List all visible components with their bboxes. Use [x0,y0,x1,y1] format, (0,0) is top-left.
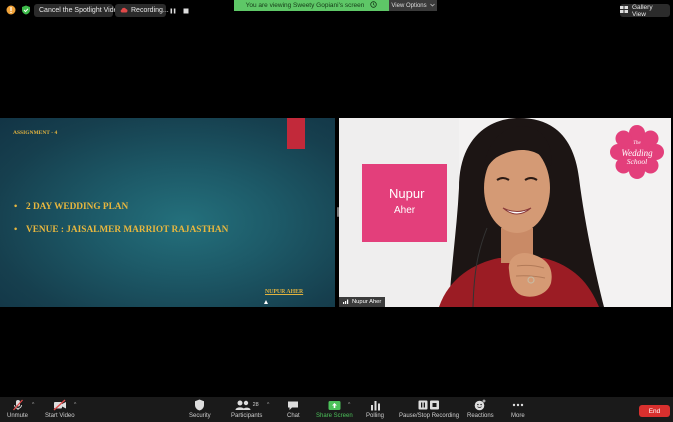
slide-author: NUPUR AHER [265,289,304,295]
chat-bubble-icon [287,399,299,411]
shield-icon [194,399,205,411]
shared-screen-slide: ASSIGNMENT - 4 • 2 DAY WEDDING PLAN • VENU… [0,118,335,307]
pause-recording-button[interactable] [168,5,178,16]
end-meeting-button[interactable]: End [639,405,670,417]
reactions-label: Reactions [467,413,494,419]
security-label: Security [189,413,211,419]
unmute-button[interactable]: Unmute [7,399,28,419]
participant-name-tag: Nupur Aher [339,297,386,307]
start-video-label: Start Video [45,413,75,419]
slide-accent-bar [287,118,305,149]
pause-stop-recording-button[interactable]: Pause/Stop Recording [399,399,459,419]
view-options-label: View Options [391,2,427,9]
chevron-down-icon [429,3,435,9]
top-bar: Cancel the Spotlight Video Recording... … [0,0,673,22]
participant-video-tile[interactable]: Nupur Aher The Wedding School [339,118,671,307]
bullet-1-text: 2 DAY WEDDING PLAN [26,202,129,212]
gallery-view-button[interactable]: Gallery View [620,3,670,18]
recording-indicator: Recording... [115,4,169,17]
pause-stop-icon [418,399,440,411]
logo-line-3: School [626,157,648,166]
gallery-grid-icon [620,6,628,15]
participant-person [439,118,604,307]
more-dots-icon [512,399,524,411]
slide-bullet-1: • 2 DAY WEDDING PLAN [14,202,128,212]
view-options-button[interactable]: View Options [389,0,437,11]
bullet-dot: • [14,202,18,212]
meeting-info-icon[interactable] [5,4,17,16]
bullet-2-text: VENUE : JAISALMER MARRIOT RAJASTHAN [26,225,229,235]
cancel-spotlight-button[interactable]: Cancel the Spotlight Video [34,4,121,17]
participants-button[interactable]: 28 Participants [231,399,262,419]
stop-recording-button[interactable] [181,5,191,16]
signal-bars-icon [343,299,349,306]
participants-caret-icon[interactable]: ^ [267,402,269,408]
bar-chart-icon [370,399,381,411]
mouse-cursor-icon [264,300,268,304]
participants-icon: 28 [235,399,259,411]
reactions-button[interactable]: Reactions [467,399,494,419]
encryption-shield-icon[interactable] [20,4,32,16]
bullet-dot: • [14,225,18,235]
viewing-banner-text: You are viewing Sweety Gopiani's screen [245,2,365,9]
viewing-screen-banner: You are viewing Sweety Gopiani's screen [234,0,389,11]
unmute-label: Unmute [7,413,29,419]
participants-label: Participants [231,413,263,419]
chat-label: Chat [287,413,300,419]
slide-bullet-2: • VENUE : JAISALMER MARRIOT RAJASTHAN [14,225,228,235]
security-button[interactable]: Security [189,399,211,419]
camera-off-icon [53,399,67,411]
chat-button[interactable]: Chat [287,399,300,419]
microphone-muted-icon [12,399,24,411]
pause-stop-recording-label: Pause/Stop Recording [399,413,460,419]
recording-label: Recording... [131,7,169,14]
polling-button[interactable]: Polling [366,399,384,419]
recording-cloud-icon [120,7,128,15]
share-caret-icon[interactable]: ^ [348,402,350,408]
polling-label: Polling [366,413,385,419]
logo-line-1: The [633,141,641,146]
share-screen-icon [328,399,341,411]
more-button[interactable]: More [511,399,525,419]
participant-name-label: Nupur Aher [352,299,382,305]
more-label: More [511,413,525,419]
start-video-button[interactable]: Start Video [45,399,75,419]
logo-text: The Wedding School [609,140,665,166]
participants-count: 28 [252,402,259,408]
video-options-caret-icon[interactable]: ^ [74,402,76,408]
audio-options-caret-icon[interactable]: ^ [32,402,34,408]
slide-heading: ASSIGNMENT - 4 [13,130,58,136]
share-screen-label: Share Screen [316,413,353,419]
smiley-plus-icon [474,399,486,411]
gallery-view-label: Gallery View [632,3,653,18]
banner-refresh-icon [370,1,378,10]
meeting-toolbar: Unmute ^ Start Video ^ Security 28 Parti… [0,397,673,422]
